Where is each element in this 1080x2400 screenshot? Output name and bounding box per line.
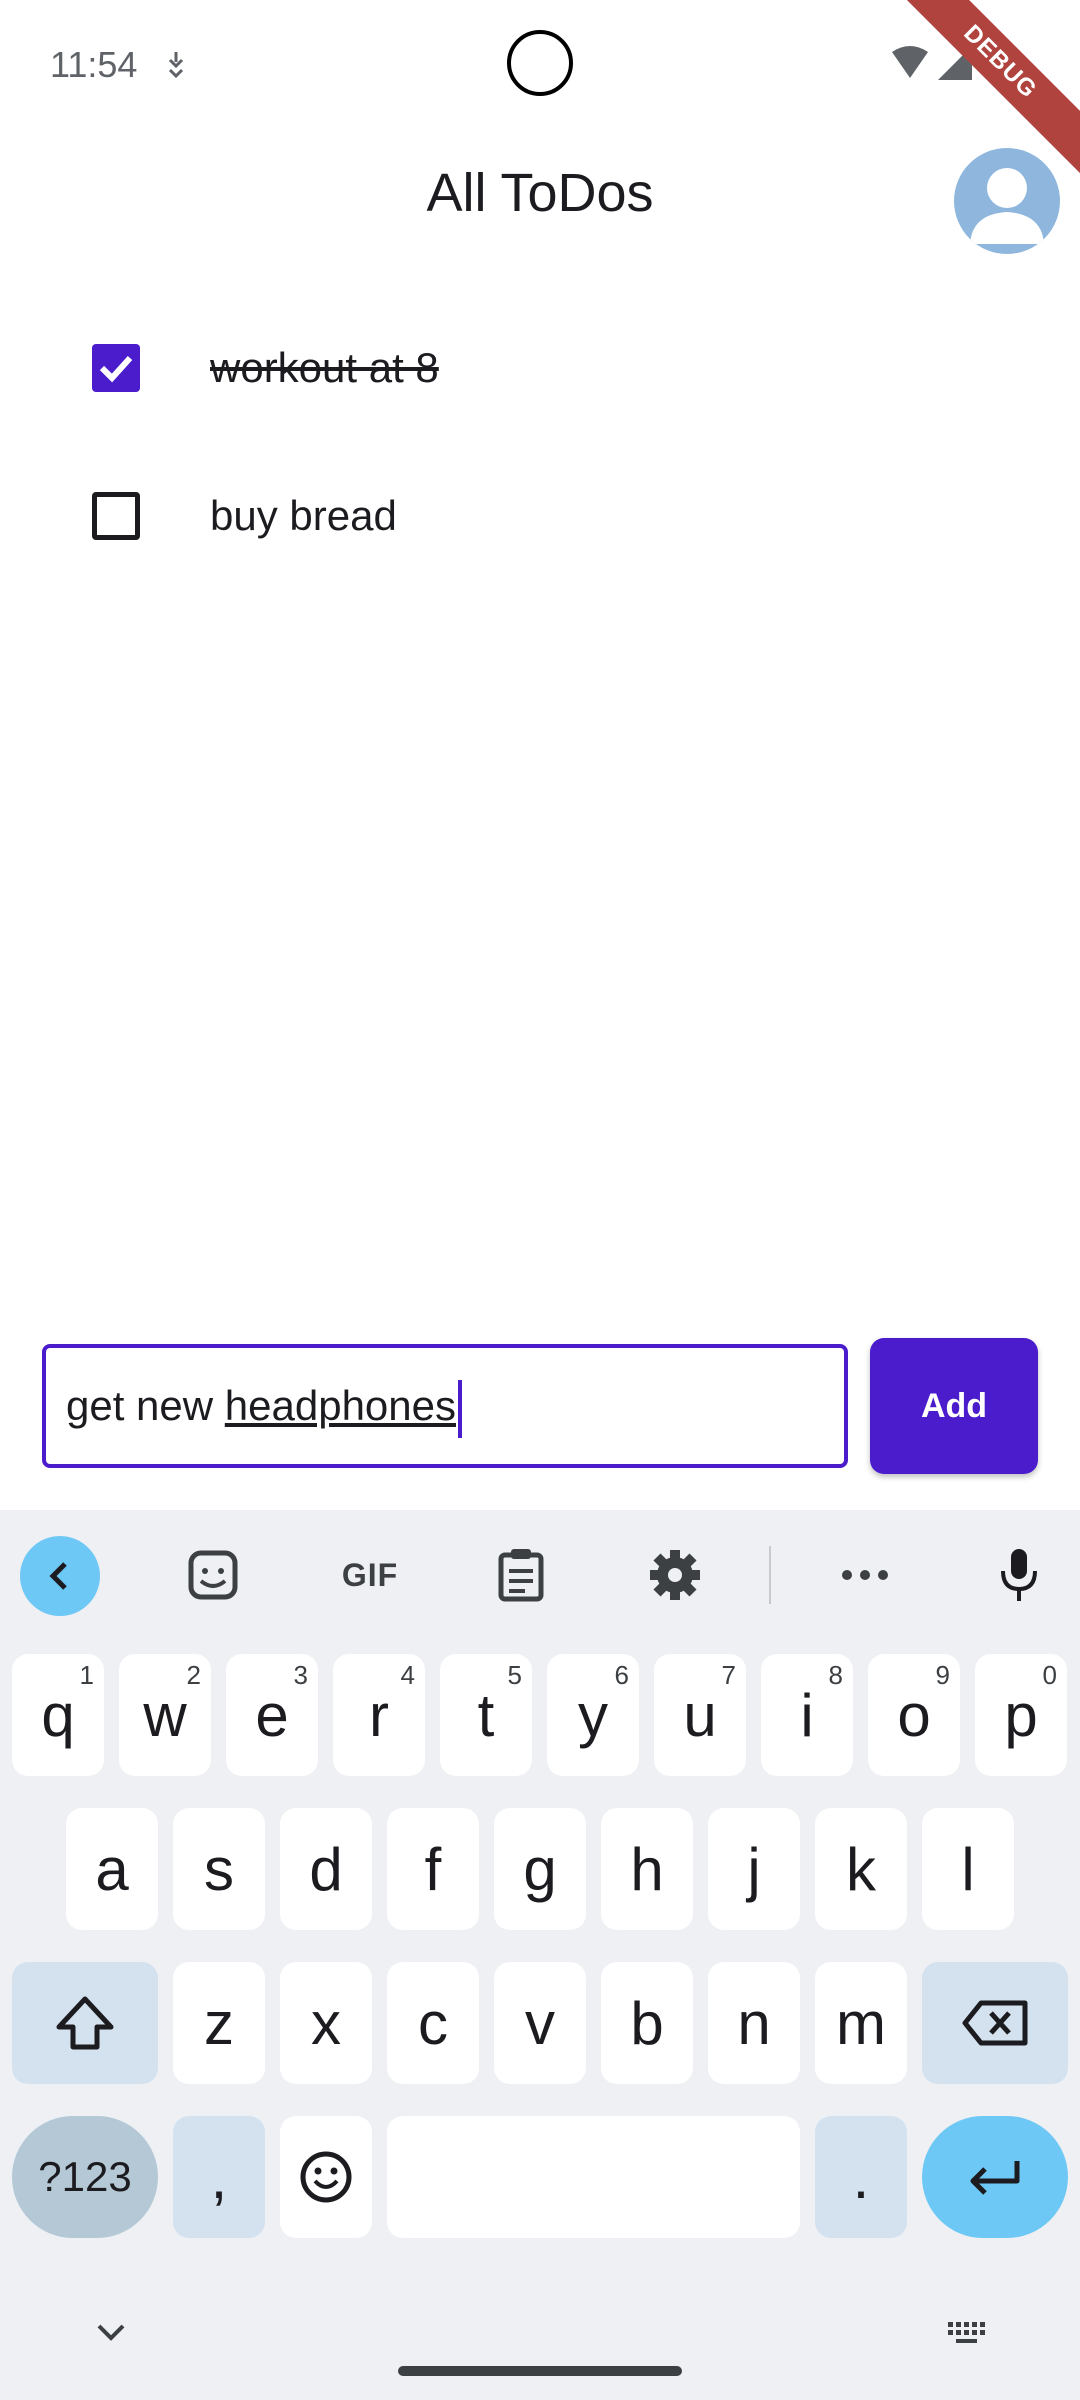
backspace-icon	[962, 2000, 1028, 2046]
back-icon[interactable]	[20, 1536, 100, 1616]
new-todo-input[interactable]: get new headphones	[42, 1344, 848, 1468]
key-z[interactable]: z	[173, 1962, 265, 2084]
status-bar: 11:54 DEBUG	[0, 0, 1080, 184]
camera-cutout	[507, 30, 573, 96]
key-h[interactable]: h	[601, 1808, 693, 1930]
space-key[interactable]	[387, 2116, 800, 2238]
settings-icon[interactable]	[640, 1540, 710, 1610]
comma-key[interactable]: ,	[173, 2116, 265, 2238]
hide-keyboard-icon[interactable]	[96, 2322, 126, 2346]
emoji-icon	[300, 2151, 352, 2203]
shift-icon	[56, 1996, 114, 2050]
key-k[interactable]: k	[815, 1808, 907, 1930]
input-text: get new	[66, 1382, 225, 1429]
text-caret	[458, 1379, 463, 1438]
key-r[interactable]: r4	[333, 1654, 425, 1776]
key-j[interactable]: j	[708, 1808, 800, 1930]
keyboard-toolbar: GIF	[0, 1510, 1080, 1640]
emoji-key[interactable]	[280, 2116, 372, 2238]
keyboard: GIF q1 w2 e3 r4 t5 y6 u7 i8 o9 p0 a s d …	[0, 1510, 1080, 2400]
key-o[interactable]: o9	[868, 1654, 960, 1776]
todo-text: buy bread	[210, 492, 397, 539]
todo-item[interactable]: workout at 8	[0, 298, 1080, 438]
period-key[interactable]: .	[815, 2116, 907, 2238]
key-q[interactable]: q1	[12, 1654, 104, 1776]
key-s[interactable]: s	[173, 1808, 265, 1930]
check-icon	[99, 355, 133, 383]
key-p[interactable]: p0	[975, 1654, 1067, 1776]
key-a[interactable]: a	[66, 1808, 158, 1930]
key-g[interactable]: g	[494, 1808, 586, 1930]
todo-checkbox-checked[interactable]	[92, 344, 140, 392]
wifi-icon	[892, 46, 928, 78]
mic-icon[interactable]	[984, 1540, 1054, 1610]
gif-label: GIF	[341, 1556, 399, 1593]
backspace-key[interactable]	[922, 1962, 1068, 2084]
key-f[interactable]: f	[387, 1808, 479, 1930]
key-m[interactable]: m	[815, 1962, 907, 2084]
shift-key[interactable]	[12, 1962, 158, 2084]
todo-text: workout at 8	[210, 344, 439, 391]
key-y[interactable]: y6	[547, 1654, 639, 1776]
page-title: All ToDos	[426, 163, 654, 223]
input-composing-text: headphones	[224, 1382, 457, 1429]
more-icon[interactable]	[830, 1540, 900, 1610]
key-d[interactable]: d	[280, 1808, 372, 1930]
enter-key[interactable]	[922, 2116, 1068, 2238]
key-u[interactable]: u7	[654, 1654, 746, 1776]
key-l[interactable]: l	[922, 1808, 1014, 1930]
sticker-icon[interactable]	[178, 1540, 248, 1610]
key-t[interactable]: t5	[440, 1654, 532, 1776]
key-w[interactable]: w2	[119, 1654, 211, 1776]
key-b[interactable]: b	[601, 1962, 693, 2084]
user-icon	[970, 168, 1044, 244]
notification-icon	[164, 50, 188, 80]
todo-item[interactable]: buy bread	[0, 446, 1080, 586]
key-v[interactable]: v	[494, 1962, 586, 2084]
avatar[interactable]	[954, 148, 1060, 254]
gif-icon[interactable]: GIF	[330, 1540, 410, 1610]
key-e[interactable]: e3	[226, 1654, 318, 1776]
symbols-key[interactable]: ?123	[12, 2116, 158, 2238]
keyboard-switch-icon[interactable]	[946, 2320, 990, 2350]
toolbar-divider	[769, 1546, 771, 1604]
todo-checkbox-unchecked[interactable]	[92, 492, 140, 540]
enter-icon	[970, 2161, 1020, 2195]
home-indicator[interactable]	[398, 2366, 682, 2376]
key-n[interactable]: n	[708, 1962, 800, 2084]
status-time: 11:54	[50, 44, 138, 85]
key-x[interactable]: x	[280, 1962, 372, 2084]
add-button[interactable]: Add	[870, 1338, 1038, 1474]
key-i[interactable]: i8	[761, 1654, 853, 1776]
clipboard-icon[interactable]	[486, 1540, 556, 1610]
key-c[interactable]: c	[387, 1962, 479, 2084]
